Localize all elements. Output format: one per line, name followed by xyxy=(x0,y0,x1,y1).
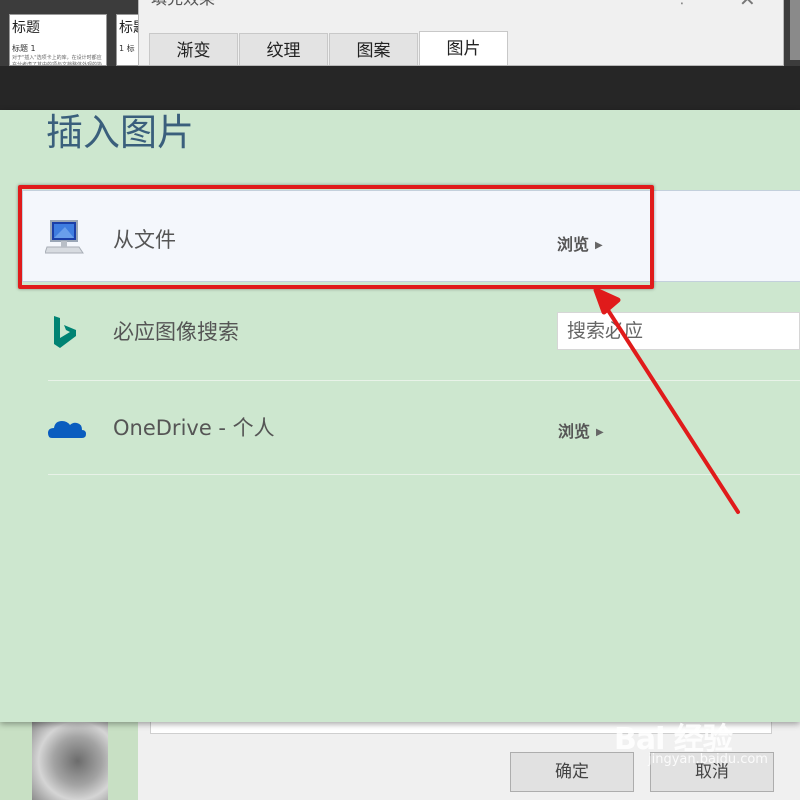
chevron-right-icon: ▶ xyxy=(596,427,604,438)
thumbnail-title: 标题 xyxy=(12,20,40,36)
watermark-url: jingyan.baidu.com xyxy=(648,752,768,767)
divider xyxy=(48,380,800,381)
fill-effects-dialog: 填充效果 ⋮ ✕ 渐变 纹理 图案 图片 xyxy=(138,0,784,66)
thumbnail-heading: 标题 1 xyxy=(12,44,36,53)
onedrive-cloud-icon xyxy=(48,410,88,446)
thumbnail-title: 标题 xyxy=(119,20,139,36)
annotation-highlight-box xyxy=(18,185,654,289)
thumbnail-body: 对于"插入"选项卡上的库，在设计时都应充分考虑了其中的项与文档整体外观的协调性。 xyxy=(12,55,103,66)
thumbnail-heading: 1 标 xyxy=(119,44,135,53)
picture-preview-thumbnail xyxy=(32,722,108,800)
baidu-watermark: Bai 经验 jingyan.baidu.com xyxy=(614,714,768,767)
browse-link[interactable]: 浏览 ▶ xyxy=(558,418,604,442)
style-thumbnail[interactable]: 标题 1 标 xyxy=(116,14,140,66)
tab-pattern[interactable]: 图案 xyxy=(329,33,418,65)
fill-effects-tabs: 渐变 纹理 图案 图片 xyxy=(149,31,509,67)
option-label: 必应图像搜索 xyxy=(113,320,239,344)
bing-icon xyxy=(48,314,88,350)
style-thumbnail[interactable]: 标题 标题 1 对于"插入"选项卡上的库，在设计时都应充分考虑了其中的项与文档整… xyxy=(9,14,107,66)
tab-gradient[interactable]: 渐变 xyxy=(149,33,238,65)
close-icon[interactable]: ✕ xyxy=(739,0,756,11)
scrollbar[interactable] xyxy=(790,0,800,60)
dialog-backdrop-band xyxy=(0,66,800,110)
dialog-title: 插入图片 xyxy=(46,111,194,154)
option-onedrive[interactable]: OneDrive - 个人 浏览 ▶ xyxy=(48,382,800,474)
option-bing-search[interactable]: 必应图像搜索 xyxy=(48,286,800,378)
option-label: OneDrive - 个人 xyxy=(113,416,275,440)
fill-effects-title: 填充效果 xyxy=(151,0,215,9)
more-icon[interactable]: ⋮ xyxy=(675,0,689,7)
tab-texture[interactable]: 纹理 xyxy=(239,33,328,65)
bing-search-input[interactable] xyxy=(557,312,800,350)
browse-label: 浏览 xyxy=(558,422,591,441)
tab-picture[interactable]: 图片 xyxy=(419,31,508,65)
divider xyxy=(48,474,800,475)
